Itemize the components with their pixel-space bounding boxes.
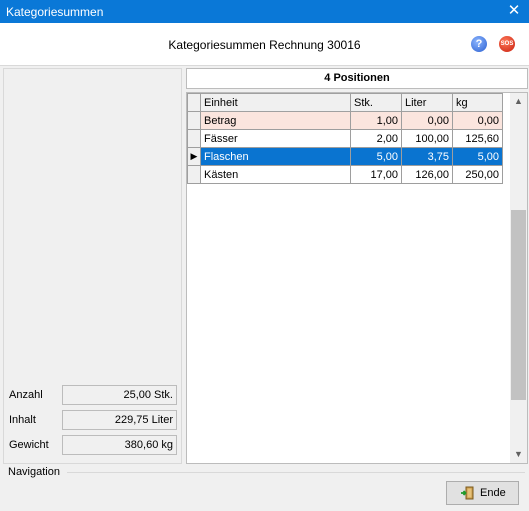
table-cell: 250,00 bbox=[452, 165, 503, 184]
stat-anzahl: Anzahl 25,00 Stk. bbox=[4, 385, 181, 405]
table-cell: 0,00 bbox=[452, 111, 503, 130]
table-cell: Flaschen bbox=[200, 147, 351, 166]
table-cell: 125,60 bbox=[452, 129, 503, 148]
table-row[interactable]: Fässer 2,00 100,00 125,60 bbox=[187, 129, 503, 148]
anzahl-value: 25,00 Stk. bbox=[62, 385, 177, 405]
page-title: Kategoriesummen Rechnung 30016 bbox=[168, 38, 361, 52]
table-cell: 0,00 bbox=[401, 111, 453, 130]
window-title: Kategoriesummen bbox=[6, 5, 104, 19]
scrollbar-thumb[interactable] bbox=[511, 210, 526, 400]
close-icon[interactable]: ✕ bbox=[499, 0, 529, 23]
table-row[interactable]: Betrag 1,00 0,00 0,00 bbox=[187, 111, 503, 130]
table-cell: 100,00 bbox=[401, 129, 453, 148]
inhalt-value: 229,75 Liter bbox=[62, 410, 177, 430]
title-bar: Kategoriesummen ✕ bbox=[0, 0, 529, 23]
navigation-divider bbox=[67, 472, 525, 473]
navigation-label: Navigation bbox=[8, 466, 60, 478]
row-indicator bbox=[187, 129, 201, 148]
scroll-up-icon[interactable]: ▲ bbox=[510, 93, 527, 110]
table-cell: 5,00 bbox=[452, 147, 503, 166]
column-header-stk[interactable]: Stk. bbox=[350, 93, 402, 112]
exit-door-icon bbox=[461, 486, 474, 500]
positions-count: 4 Positionen bbox=[186, 68, 528, 89]
table-cell: Betrag bbox=[200, 111, 351, 130]
table-cell: 1,00 bbox=[350, 111, 402, 130]
table-cell: Fässer bbox=[200, 129, 351, 148]
ende-label: Ende bbox=[480, 487, 506, 499]
table-row[interactable]: Kästen 17,00 126,00 250,00 bbox=[187, 165, 503, 184]
stat-label: Gewicht bbox=[9, 439, 49, 451]
category-grid[interactable]: Einheit Stk. Liter kg Betrag 1,00 0,00 0… bbox=[186, 92, 528, 464]
column-header-kg[interactable]: kg bbox=[452, 93, 503, 112]
table-cell: 2,00 bbox=[350, 129, 402, 148]
table-cell: 126,00 bbox=[401, 165, 453, 184]
stat-label: Inhalt bbox=[9, 414, 36, 426]
vertical-scrollbar[interactable]: ▲ ▼ bbox=[510, 93, 527, 463]
table-row-selected[interactable]: ▶ Flaschen 5,00 3,75 5,00 bbox=[187, 147, 503, 166]
sos-icon[interactable]: SOS bbox=[499, 36, 515, 52]
table-cell: Kästen bbox=[200, 165, 351, 184]
column-header-einheit[interactable]: Einheit bbox=[200, 93, 351, 112]
row-indicator bbox=[187, 111, 201, 130]
header-indicator bbox=[187, 93, 201, 112]
ende-button[interactable]: Ende bbox=[446, 481, 519, 505]
table-cell: 3,75 bbox=[401, 147, 453, 166]
table-header-row: Einheit Stk. Liter kg bbox=[187, 93, 503, 112]
current-row-pointer-icon: ▶ bbox=[187, 147, 201, 166]
help-icon[interactable]: ? bbox=[471, 36, 487, 52]
column-header-liter[interactable]: Liter bbox=[401, 93, 453, 112]
stat-inhalt: Inhalt 229,75 Liter bbox=[4, 410, 181, 430]
stat-gewicht: Gewicht 380,60 kg bbox=[4, 435, 181, 455]
scroll-down-icon[interactable]: ▼ bbox=[510, 446, 527, 463]
summary-panel: Anzahl 25,00 Stk. Inhalt 229,75 Liter Ge… bbox=[3, 68, 182, 464]
row-indicator bbox=[187, 165, 201, 184]
gewicht-value: 380,60 kg bbox=[62, 435, 177, 455]
stat-label: Anzahl bbox=[9, 389, 43, 401]
category-table: Einheit Stk. Liter kg Betrag 1,00 0,00 0… bbox=[187, 93, 503, 184]
dialog-header: Kategoriesummen Rechnung 30016 ? SOS bbox=[0, 23, 529, 66]
table-cell: 17,00 bbox=[350, 165, 402, 184]
table-cell: 5,00 bbox=[350, 147, 402, 166]
